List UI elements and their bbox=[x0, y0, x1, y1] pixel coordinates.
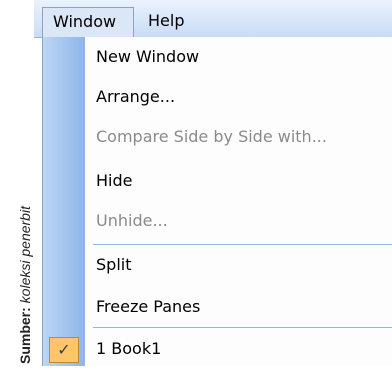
menu-item-new-window[interactable]: New Window bbox=[43, 39, 392, 79]
menu-item-compare-side-by-side[interactable]: Compare Side by Side with... bbox=[43, 119, 392, 159]
source-caption-text: Sumber: koleksi penerbit bbox=[17, 206, 33, 364]
menu-item-freeze-panes[interactable]: Freeze Panes bbox=[43, 289, 392, 329]
menu-item-split[interactable]: Split bbox=[43, 247, 392, 287]
menu-bar: Window Help bbox=[34, 0, 392, 38]
menu-item-hide[interactable]: Hide bbox=[43, 163, 392, 203]
caption-prefix: Sumber: bbox=[17, 307, 33, 364]
menu-item-label: Split bbox=[96, 255, 132, 274]
menu-separator bbox=[93, 244, 392, 245]
checkmark-icon: ✓ bbox=[49, 337, 79, 363]
caption-source: koleksi penerbit bbox=[17, 206, 33, 304]
menu-item-label: Arrange... bbox=[96, 87, 176, 106]
menu-item-label: Hide bbox=[96, 171, 133, 190]
menu-item-label: Unhide... bbox=[96, 211, 168, 230]
window-dropdown-menu: New Window Arrange... Compare Side by Si… bbox=[42, 37, 392, 366]
menu-window[interactable]: Window bbox=[42, 7, 134, 37]
menu-help[interactable]: Help bbox=[138, 7, 194, 37]
menu-item-arrange[interactable]: Arrange... bbox=[43, 79, 392, 119]
menu-item-unhide[interactable]: Unhide... bbox=[43, 203, 392, 243]
menu-item-book1[interactable]: ✓ 1 Book1 bbox=[43, 331, 392, 371]
source-caption: Sumber: koleksi penerbit bbox=[0, 0, 34, 366]
menu-item-label: New Window bbox=[96, 47, 200, 66]
menu-item-label: Compare Side by Side with... bbox=[96, 127, 327, 146]
menu-item-label: 1 Book1 bbox=[96, 339, 162, 358]
menu-separator bbox=[93, 327, 392, 328]
menu-item-label: Freeze Panes bbox=[96, 297, 201, 316]
